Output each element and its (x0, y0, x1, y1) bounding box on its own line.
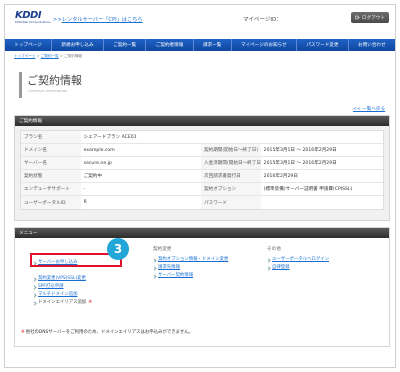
row-label-2: パスワード (201, 196, 261, 209)
nav-password-change[interactable]: パスワード変更 (297, 39, 349, 51)
column-title: その他 (267, 247, 281, 252)
menu-item-spf-apply[interactable]: SPF打込申請 (32, 283, 92, 291)
row-value-2: 2016年2月29日 (263, 174, 298, 179)
row-value: シェアードプラン ACE01 (83, 135, 137, 140)
nav-contractor-info[interactable]: ご契約者情報 (146, 39, 194, 51)
nav-contract-list[interactable]: ご契約一覧 (104, 39, 147, 51)
table-row: ユーザーポータルID R パスワード (21, 196, 383, 209)
row-label: プラン名 (21, 131, 81, 143)
contract-info-table: プラン名 シェアードプラン ACE01 ドメイン名 example.com 契約… (20, 130, 384, 210)
table-row: プラン名 シェアードプラン ACE01 (21, 131, 383, 144)
row-label: エンデューザサポート (21, 183, 81, 195)
row-label: 契約状態 (21, 170, 81, 182)
menu-item-registration[interactable]: 自律登録 (266, 264, 329, 272)
breadcrumb-top[interactable]: トップページ (14, 54, 36, 58)
row-value-2: 2015年3月1日 ～ 2016年2月29日 (263, 148, 337, 153)
row-label-2: 契約オプション (201, 183, 261, 195)
arrow-icon (32, 300, 37, 306)
row-label-2: 入金済期間(開始日～終了日) (201, 157, 261, 169)
note-text: 他社のDNSサーバーをご利用のため、ドメインエイリアスはお申込みができません。 (25, 330, 194, 335)
kddi-logo[interactable]: KDDI KDDI Web Communications (15, 10, 51, 32)
table-row: サーバー名 secure.ne.jp 入金済期間(開始日～終了日) 2015年3… (21, 157, 383, 170)
arrow-icon (32, 284, 37, 290)
back-to-list-link[interactable]: << 一覧へ戻る (353, 106, 385, 112)
menu-item-user-portal-login[interactable]: ユーザーポータルへログイン (266, 256, 329, 264)
menu-column-other: その他 ユーザーポータルへログイン 自律登録 (266, 246, 329, 272)
note-mark: ※ (21, 330, 25, 335)
menu-item-billing-info[interactable]: 請求先情報 (152, 264, 228, 272)
row-value: example.com (83, 147, 115, 153)
logo-subtext: KDDI Web Communications (15, 21, 51, 24)
menu-column-contract-change: 契約変更 契約オプション情報・ドメイン変更 請求先情報 サーバー契約情報 (152, 246, 228, 280)
row-label: ユーザーポータルID (21, 196, 81, 209)
row-label-2 (201, 131, 261, 143)
breadcrumb-current: ご契約情報 (64, 54, 83, 58)
arrow-icon (266, 265, 271, 271)
nav-notices[interactable]: マイページのお知らせ (232, 39, 298, 51)
table-row: 契約状態 ご契約中 次回請求書発行日 2016年2月29日 (21, 170, 383, 183)
column-title: 契約変更 (153, 247, 172, 252)
nav-new-application[interactable]: 新規お申し込み (52, 39, 104, 51)
page-title: ご契約情報 (27, 74, 82, 87)
note-mark: ※ (88, 300, 92, 305)
breadcrumb-contract-list[interactable]: ご契約一覧 (41, 54, 59, 58)
link-prefix: >> (53, 17, 62, 23)
global-nav: トップページ 新規お申し込み ご契約一覧 ご契約者情報 請求一覧 マイページのお… (5, 39, 395, 51)
page-subtitle: Contract information (28, 88, 68, 93)
arrow-icon (152, 273, 157, 279)
row-label-2: 次回請求書発行日 (201, 170, 261, 182)
row-value: - (83, 186, 86, 192)
arrow-icon (152, 257, 157, 263)
menu-item-server-contract-info[interactable]: サーバー契約情報 (152, 272, 228, 280)
logout-label: ログアウト (362, 15, 385, 21)
arrow-icon (32, 292, 37, 298)
row-value-2 (261, 131, 383, 143)
table-row: ドメイン名 example.com 契約期間(開始日～終了日) 2015年3月1… (21, 144, 383, 157)
step-number-badge: 3 (107, 238, 129, 260)
row-value-2: (標準装備)サーバー証明書 申請費(CPISSL) (263, 187, 353, 192)
menu-item-domain-alias: ドメインエイリアス追加 ※ (32, 299, 92, 307)
site-header: KDDI KDDI Web Communications >>レンタルサーバー「… (5, 5, 395, 39)
contract-info-heading: ご契約情報 (15, 116, 389, 126)
breadcrumb: トップページ > ご契約一覧 > ご契約情報 (14, 54, 83, 58)
dns-note: ※他社のDNSサーバーをご利用のため、ドメインエイリアスはお申込みができません。 (21, 329, 193, 335)
my-page-id: マイページID： (243, 17, 282, 23)
menu-heading: メニュー (15, 228, 389, 238)
row-value: secure.ne.jp (83, 160, 112, 166)
logout-icon (355, 15, 360, 20)
arrow-icon (266, 257, 271, 263)
contract-info-section: ご契約情報 プラン名 シェアードプラン ACE01 ドメイン名 example.… (14, 115, 390, 221)
logo-mark: KDDI (15, 10, 42, 21)
row-label-2: 契約期間(開始日～終了日) (201, 144, 261, 156)
logout-button[interactable]: ログアウト (351, 12, 389, 23)
row-value-2: 2015年3月1日 ～ 2016年2月29日 (263, 161, 337, 166)
menu-section: メニュー サーバーお申し込み 契約変更(VPS(SSL)変更 SPF打込申請 マ… (14, 227, 390, 347)
nav-top[interactable]: トップページ (5, 39, 53, 51)
arrow-icon (152, 265, 157, 271)
menu-item-multi-domain[interactable]: マルチドメイン追加 (32, 291, 92, 299)
page-frame: KDDI KDDI Web Communications >>レンタルサーバー「… (4, 4, 396, 368)
nav-contact[interactable]: お問い合わせ (349, 39, 395, 51)
cpi-link-text[interactable]: レンタルサーバー「CPI」はこちら (62, 17, 143, 23)
menu-item-contract-change-vps[interactable]: 契約変更(VPS(SSL)変更 (32, 275, 92, 283)
menu-item-option-domain-change[interactable]: 契約オプション情報・ドメイン変更 (152, 256, 228, 264)
row-label: ドメイン名 (21, 144, 81, 156)
nav-billing-list[interactable]: 請求一覧 (194, 39, 232, 51)
row-value: ご契約中 (83, 174, 103, 179)
table-row: エンデューザサポート - 契約オプション (標準装備)サーバー証明書 申請費(C… (21, 183, 383, 196)
row-value: R (83, 200, 87, 205)
arrow-icon (32, 276, 37, 282)
row-label: サーバー名 (21, 157, 81, 169)
title-accent-bar (19, 72, 22, 98)
row-value-2 (261, 196, 383, 209)
cpi-link[interactable]: >>レンタルサーバー「CPI」はこちら (53, 16, 143, 23)
